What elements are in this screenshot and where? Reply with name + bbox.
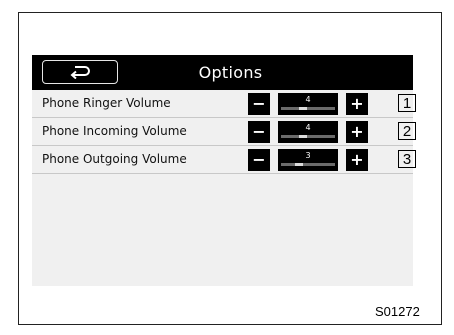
title-bar: Options xyxy=(32,55,413,90)
volume-value-display: 4 xyxy=(278,93,338,115)
volume-value-display: 3 xyxy=(278,149,338,171)
figure-code: S01272 xyxy=(375,304,420,319)
page-title: Options xyxy=(198,63,263,82)
decrease-button[interactable]: − xyxy=(248,93,270,115)
increase-button[interactable]: + xyxy=(346,121,368,143)
setting-label: Phone Outgoing Volume xyxy=(42,152,187,166)
setting-row-phone-incoming-volume: Phone Incoming Volume − 4 + xyxy=(32,118,413,146)
setting-row-phone-ringer-volume: Phone Ringer Volume − 4 + xyxy=(32,90,413,118)
callout-number: 1 xyxy=(398,94,416,112)
setting-label: Phone Incoming Volume xyxy=(42,124,187,138)
options-screen: Options Phone Ringer Volume − 4 + Phone … xyxy=(32,55,413,286)
volume-level-marker xyxy=(294,163,303,166)
setting-label: Phone Ringer Volume xyxy=(42,96,171,110)
volume-level-marker xyxy=(299,135,308,138)
volume-level-track xyxy=(281,163,335,166)
volume-stepper: − 3 + xyxy=(248,149,368,171)
callout-number: 3 xyxy=(398,150,416,168)
back-arrow-icon xyxy=(70,66,90,79)
back-button[interactable] xyxy=(42,60,118,84)
setting-row-phone-outgoing-volume: Phone Outgoing Volume − 3 + xyxy=(32,146,413,174)
volume-level-track xyxy=(281,135,335,138)
volume-value: 4 xyxy=(305,123,311,132)
volume-value: 4 xyxy=(305,95,311,104)
decrease-button[interactable]: − xyxy=(248,149,270,171)
volume-value: 3 xyxy=(305,151,311,160)
volume-value-display: 4 xyxy=(278,121,338,143)
increase-button[interactable]: + xyxy=(346,149,368,171)
volume-stepper: − 4 + xyxy=(248,93,368,115)
decrease-button[interactable]: − xyxy=(248,121,270,143)
callout-number: 2 xyxy=(398,122,416,140)
volume-level-marker xyxy=(299,107,308,110)
volume-stepper: − 4 + xyxy=(248,121,368,143)
volume-level-track xyxy=(281,107,335,110)
increase-button[interactable]: + xyxy=(346,93,368,115)
